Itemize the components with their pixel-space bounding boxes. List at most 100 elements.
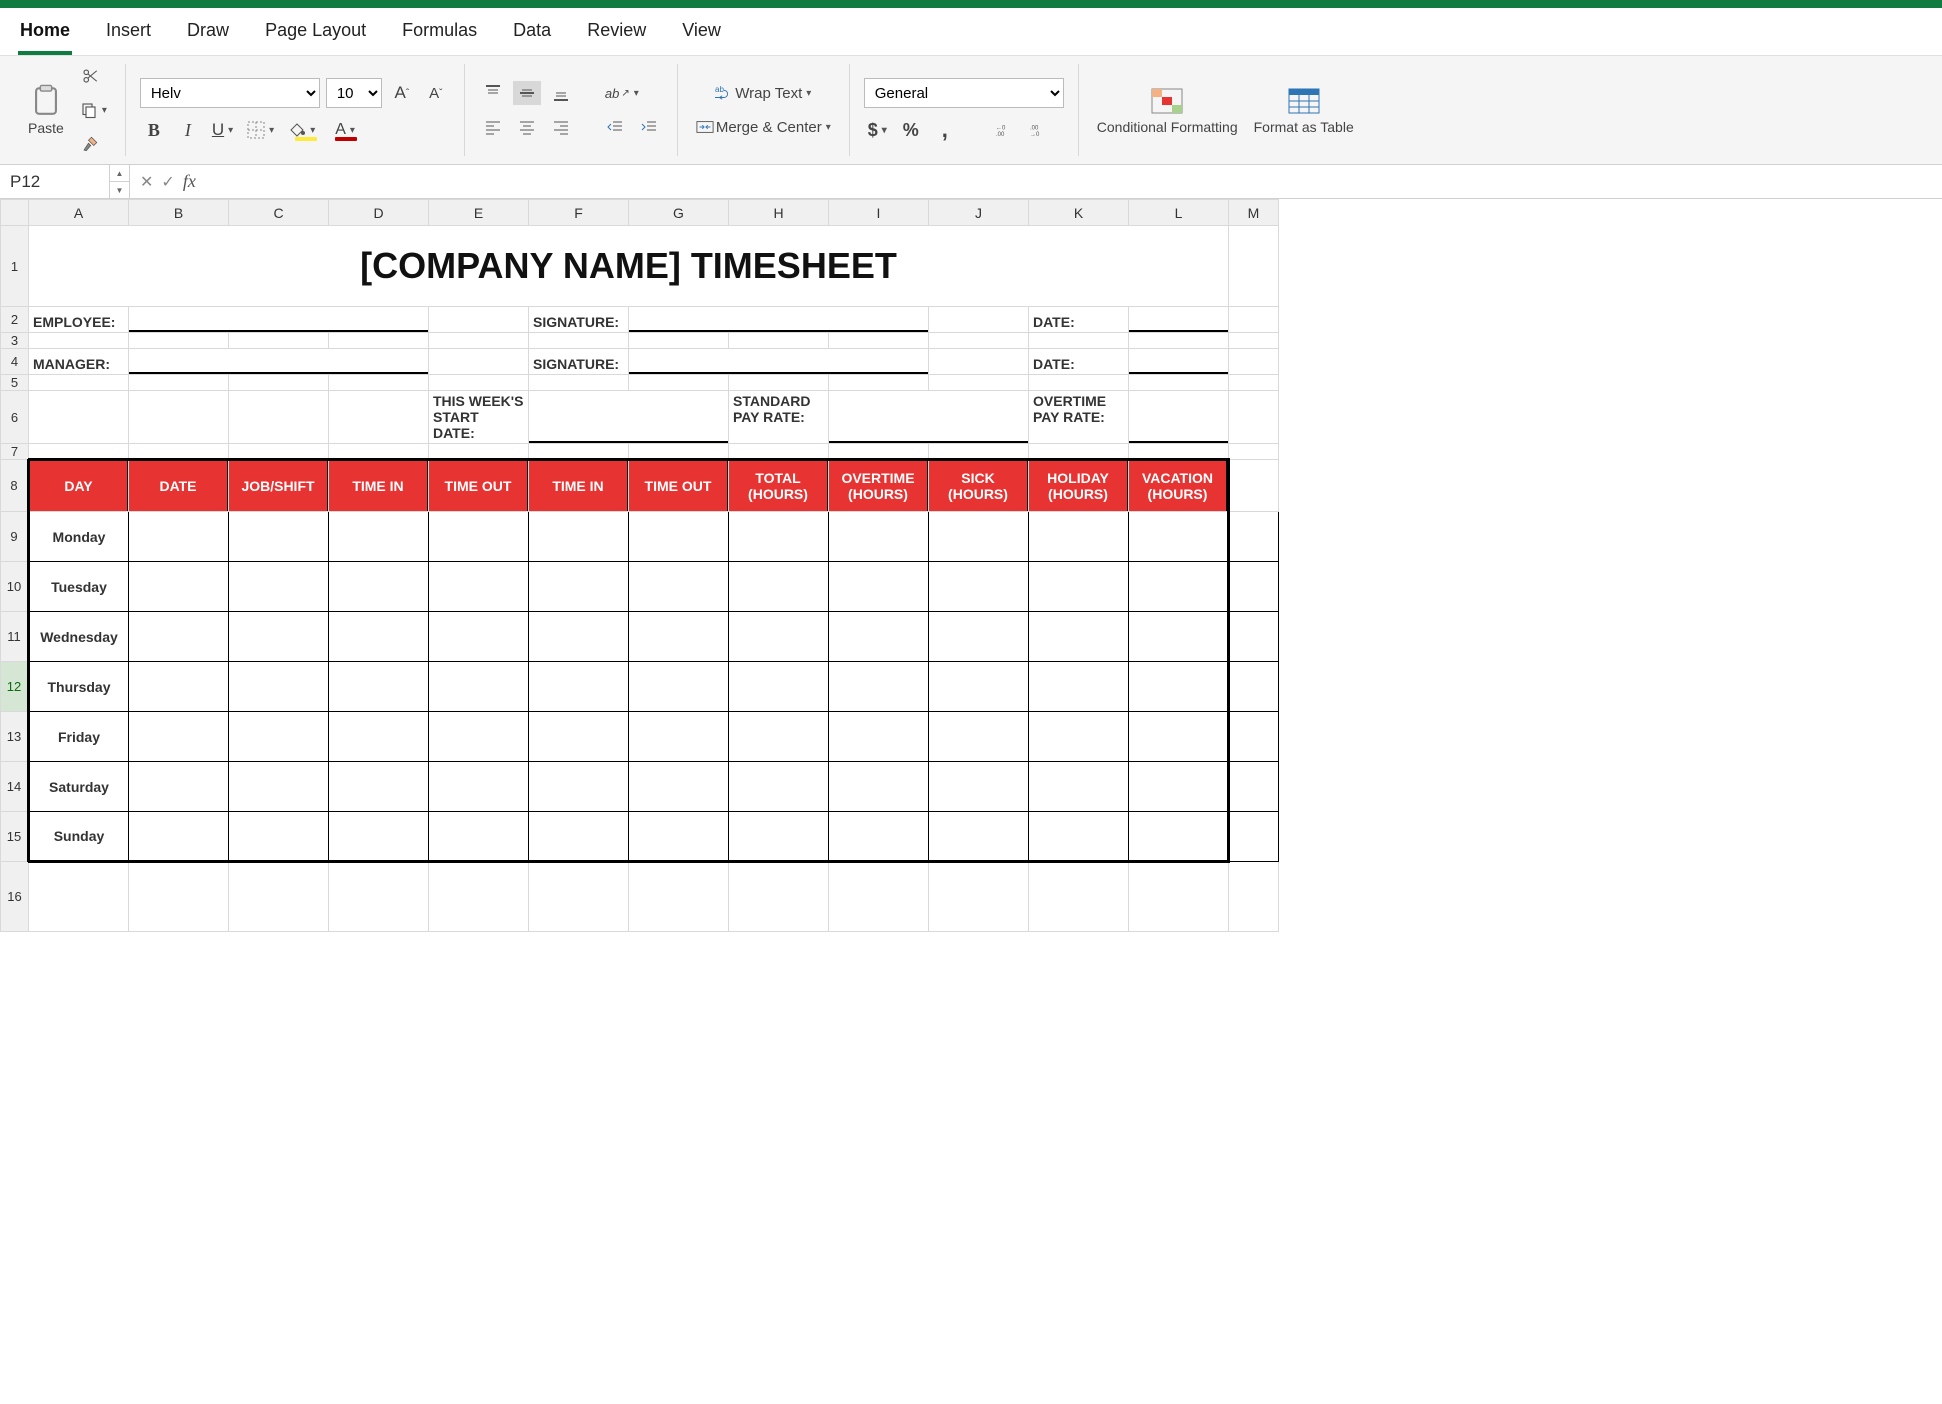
font-size-select[interactable]: 10	[326, 78, 382, 108]
cell[interactable]	[1229, 307, 1279, 333]
paste-button[interactable]: Paste	[24, 82, 68, 138]
increase-font-button[interactable]: Aˆ	[388, 81, 416, 105]
cell[interactable]	[929, 349, 1029, 375]
cell[interactable]	[629, 612, 729, 662]
cell[interactable]	[129, 862, 229, 932]
cell[interactable]	[229, 562, 329, 612]
cell[interactable]	[29, 391, 129, 444]
cell[interactable]	[329, 662, 429, 712]
cell[interactable]: MANAGER:	[29, 349, 129, 375]
cell[interactable]	[529, 862, 629, 932]
cell[interactable]	[1129, 562, 1229, 612]
table-header[interactable]: DAY	[29, 460, 129, 512]
wrap-text-button[interactable]: ab Wrap Text▾	[692, 81, 835, 105]
cell[interactable]	[1029, 612, 1129, 662]
cell[interactable]	[829, 375, 929, 391]
cell[interactable]	[1029, 512, 1129, 562]
row-header-3[interactable]: 3	[1, 333, 29, 349]
cell[interactable]	[129, 444, 229, 460]
cell[interactable]	[129, 333, 229, 349]
namebox-spinner[interactable]: ▲▼	[110, 165, 130, 198]
table-header[interactable]: OVERTIME(HOURS)	[829, 460, 929, 512]
cell[interactable]	[229, 512, 329, 562]
cell[interactable]	[1229, 444, 1279, 460]
cell[interactable]	[1229, 333, 1279, 349]
tab-home[interactable]: Home	[18, 14, 72, 55]
tab-insert[interactable]: Insert	[104, 14, 153, 55]
cell[interactable]	[429, 612, 529, 662]
row-header-16[interactable]: 16	[1, 862, 29, 932]
cell[interactable]: Sunday	[29, 812, 129, 862]
bold-button[interactable]: B	[140, 118, 168, 142]
tab-review[interactable]: Review	[585, 14, 648, 55]
cell[interactable]: STANDARDPAY RATE:	[729, 391, 829, 444]
cell[interactable]	[1229, 812, 1279, 862]
cell[interactable]	[629, 333, 729, 349]
cell[interactable]	[429, 333, 529, 349]
cell[interactable]	[729, 444, 829, 460]
tab-page-layout[interactable]: Page Layout	[263, 14, 368, 55]
row-header-9[interactable]: 9	[1, 512, 29, 562]
cell[interactable]	[829, 333, 929, 349]
cell[interactable]	[1029, 762, 1129, 812]
cell[interactable]	[829, 762, 929, 812]
cell[interactable]	[229, 391, 329, 444]
formula-input[interactable]	[206, 165, 1942, 198]
cell[interactable]	[1229, 375, 1279, 391]
cell[interactable]: THIS WEEK'SSTART DATE:	[429, 391, 529, 444]
cell[interactable]	[129, 391, 229, 444]
col-header-L[interactable]: L	[1129, 200, 1229, 226]
cell[interactable]	[329, 862, 429, 932]
name-box[interactable]	[0, 165, 110, 198]
cell[interactable]	[1129, 862, 1229, 932]
cell[interactable]	[529, 762, 629, 812]
cell[interactable]	[129, 562, 229, 612]
cell[interactable]	[629, 562, 729, 612]
col-header-F[interactable]: F	[529, 200, 629, 226]
cell[interactable]: DATE:	[1029, 307, 1129, 333]
cell[interactable]	[1229, 226, 1279, 307]
cell[interactable]	[329, 444, 429, 460]
cell[interactable]	[829, 391, 1029, 444]
table-header[interactable]: TIME IN	[529, 460, 629, 512]
cell[interactable]	[629, 712, 729, 762]
cell[interactable]	[629, 512, 729, 562]
cell[interactable]	[1129, 662, 1229, 712]
cell[interactable]: Wednesday	[29, 612, 129, 662]
col-header-J[interactable]: J	[929, 200, 1029, 226]
row-header-15[interactable]: 15	[1, 812, 29, 862]
cell[interactable]	[629, 812, 729, 862]
cell[interactable]	[329, 612, 429, 662]
cell[interactable]	[229, 333, 329, 349]
cell[interactable]	[229, 812, 329, 862]
row-header-11[interactable]: 11	[1, 612, 29, 662]
cell[interactable]	[1129, 812, 1229, 862]
cell[interactable]: Monday	[29, 512, 129, 562]
cell[interactable]	[629, 862, 729, 932]
cell[interactable]	[329, 762, 429, 812]
align-top-button[interactable]	[479, 81, 507, 105]
col-header-G[interactable]: G	[629, 200, 729, 226]
cell[interactable]	[629, 662, 729, 712]
cell[interactable]	[929, 333, 1029, 349]
cell[interactable]	[129, 349, 429, 375]
cell[interactable]	[1029, 662, 1129, 712]
cell[interactable]	[329, 512, 429, 562]
merge-center-button[interactable]: Merge & Center▾	[692, 115, 835, 139]
decrease-font-button[interactable]: Aˇ	[422, 81, 450, 105]
col-header-C[interactable]: C	[229, 200, 329, 226]
tab-formulas[interactable]: Formulas	[400, 14, 479, 55]
cell[interactable]	[329, 812, 429, 862]
cell[interactable]	[229, 662, 329, 712]
cell[interactable]	[629, 307, 929, 333]
orientation-button[interactable]: ab↗▾	[601, 81, 643, 105]
spin-up-icon[interactable]: ▲	[110, 165, 129, 182]
cell[interactable]	[129, 375, 229, 391]
cell[interactable]	[829, 662, 929, 712]
col-header-B[interactable]: B	[129, 200, 229, 226]
cell[interactable]	[1229, 512, 1279, 562]
cell[interactable]	[929, 307, 1029, 333]
cell[interactable]	[129, 307, 429, 333]
cell[interactable]	[1129, 444, 1229, 460]
table-header[interactable]: VACATION(HOURS)	[1129, 460, 1229, 512]
